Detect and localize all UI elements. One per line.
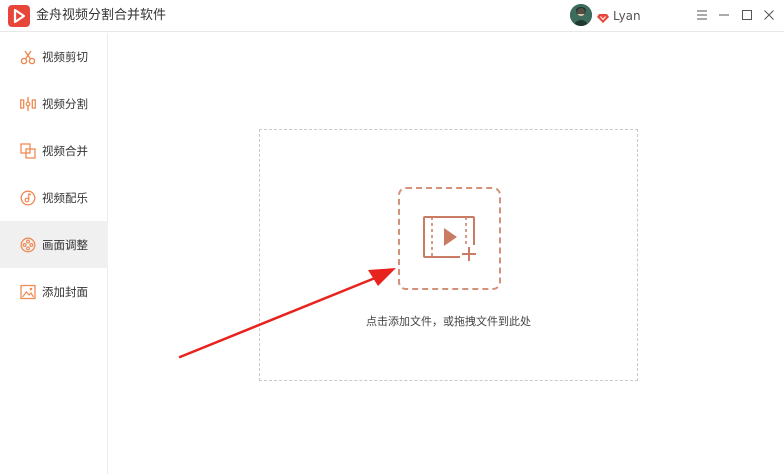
- sidebar-item-label: 视频分割: [42, 96, 88, 111]
- sidebar-item-label: 画面调整: [42, 237, 88, 252]
- sidebar-item-label: 视频剪切: [42, 49, 88, 64]
- user-avatar[interactable]: [570, 4, 592, 26]
- sidebar-item-video-split[interactable]: 视频分割: [0, 80, 108, 127]
- add-video-icon: [423, 216, 478, 263]
- sidebar-item-label: 视频合并: [42, 143, 88, 158]
- sidebar-item-label: 添加封面: [42, 284, 88, 299]
- maximize-icon[interactable]: [738, 6, 756, 24]
- vip-diamond-icon[interactable]: [597, 9, 609, 23]
- scissors-icon: [20, 49, 36, 65]
- sidebar-item-label: 视频配乐: [42, 190, 88, 205]
- close-icon[interactable]: [760, 6, 778, 24]
- menu-icon[interactable]: [693, 6, 711, 24]
- sidebar: 视频剪切 视频分割 视频合并 视频配乐 画面调整 添加封面: [0, 33, 108, 474]
- music-disc-icon: [20, 190, 36, 206]
- image-icon: [20, 284, 36, 300]
- file-drop-zone[interactable]: 点击添加文件，或拖拽文件到此处: [259, 129, 638, 381]
- main-content: 点击添加文件，或拖拽文件到此处: [109, 33, 784, 474]
- sidebar-item-video-cut[interactable]: 视频剪切: [0, 33, 108, 80]
- sidebar-item-video-merge[interactable]: 视频合并: [0, 127, 108, 174]
- title-bar: 金舟视频分割合并软件 Lyan: [0, 0, 784, 32]
- drop-hint-text: 点击添加文件，或拖拽文件到此处: [366, 315, 531, 328]
- username[interactable]: Lyan: [613, 8, 641, 24]
- sidebar-item-add-cover[interactable]: 添加封面: [0, 268, 108, 315]
- merge-icon: [20, 142, 36, 159]
- add-file-button[interactable]: [398, 187, 501, 290]
- minimize-icon[interactable]: [715, 6, 733, 24]
- split-icon: [20, 96, 36, 112]
- sidebar-item-picture-adjust[interactable]: 画面调整: [0, 221, 108, 268]
- film-reel-icon: [20, 237, 36, 253]
- play-logo-icon: [8, 5, 30, 27]
- sidebar-item-video-music[interactable]: 视频配乐: [0, 174, 108, 221]
- app-title: 金舟视频分割合并软件: [36, 8, 167, 23]
